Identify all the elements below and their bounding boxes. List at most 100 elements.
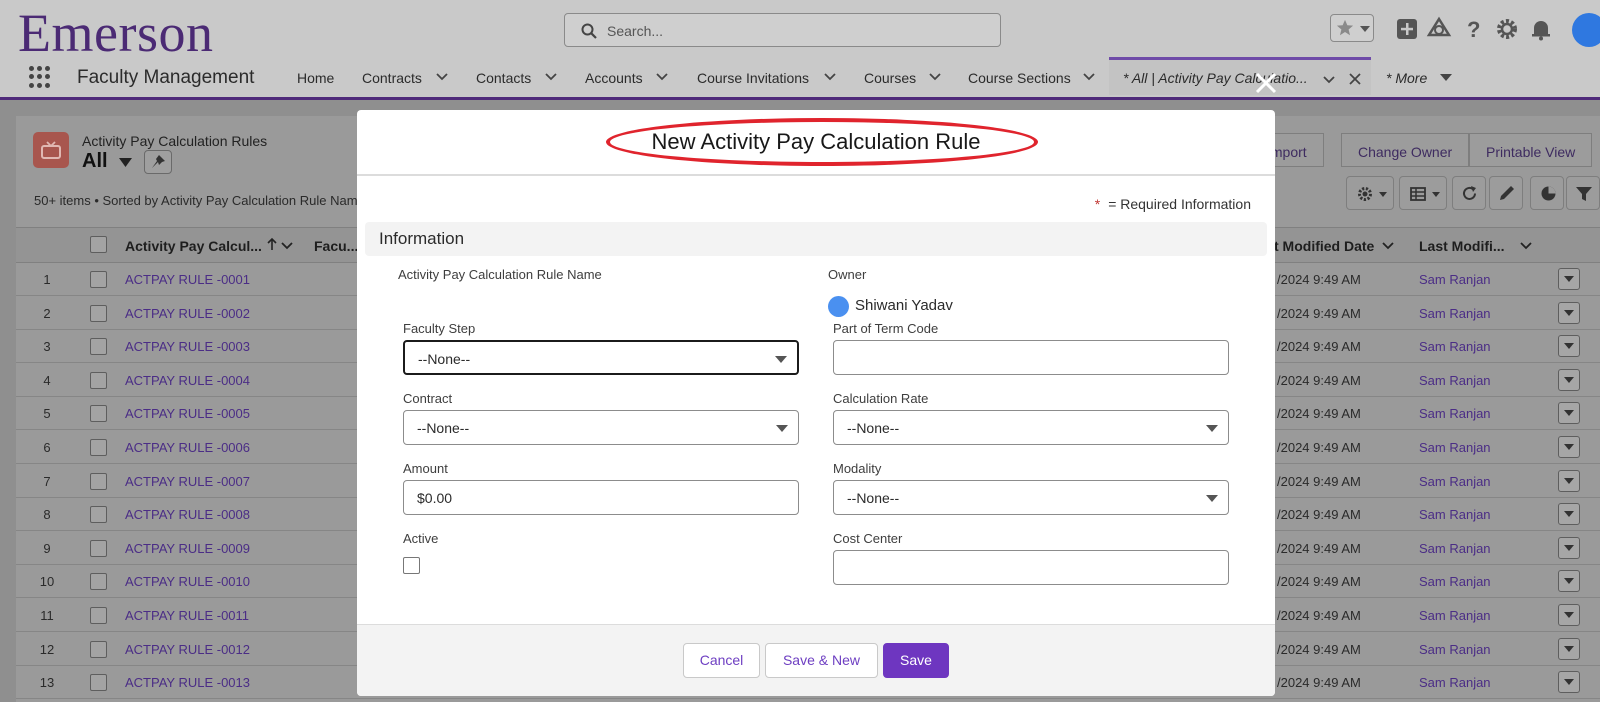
- pin-list-view-button[interactable]: [144, 150, 172, 174]
- chevron-down-icon[interactable]: [656, 73, 668, 81]
- row-checkbox[interactable]: [90, 304, 107, 322]
- select-all-checkbox[interactable]: [90, 236, 107, 253]
- global-search-input[interactable]: Search...: [564, 13, 1001, 47]
- calculation-rate-select[interactable]: --None--: [833, 410, 1229, 445]
- record-name-link[interactable]: ACTPAY RULE -0001: [125, 272, 250, 287]
- cancel-button[interactable]: Cancel: [683, 643, 760, 678]
- contract-select[interactable]: --None--: [403, 410, 799, 445]
- modified-by-link[interactable]: Sam Ranjan: [1419, 306, 1491, 321]
- row-actions-button[interactable]: [1558, 368, 1580, 391]
- nav-tab-course-sections[interactable]: Course Sections: [968, 70, 1071, 86]
- list-view-name[interactable]: All: [82, 150, 133, 173]
- row-actions-button[interactable]: [1558, 268, 1580, 290]
- active-checkbox[interactable]: [403, 557, 420, 574]
- chevron-down-icon[interactable]: [436, 73, 448, 81]
- modified-by-link[interactable]: Sam Ranjan: [1419, 675, 1491, 690]
- favorites-button[interactable]: [1330, 14, 1374, 42]
- modified-by-link[interactable]: Sam Ranjan: [1419, 474, 1491, 489]
- modified-by-link[interactable]: Sam Ranjan: [1419, 373, 1491, 388]
- modified-by-link[interactable]: Sam Ranjan: [1419, 642, 1491, 657]
- trailhead-icon[interactable]: [1426, 16, 1452, 42]
- user-avatar[interactable]: [1572, 13, 1600, 47]
- record-name-link[interactable]: ACTPAY RULE -0008: [125, 507, 250, 522]
- column-header-faculty[interactable]: Facu...: [314, 238, 358, 254]
- nav-tab-accounts[interactable]: Accounts: [585, 70, 643, 86]
- record-name-link[interactable]: ACTPAY RULE -0011: [125, 608, 249, 623]
- row-actions-button[interactable]: [1558, 402, 1580, 425]
- record-name-link[interactable]: ACTPAY RULE -0009: [125, 541, 250, 556]
- filter-button[interactable]: [1566, 176, 1600, 210]
- chevron-down-icon[interactable]: [1323, 76, 1335, 84]
- app-launcher-icon[interactable]: [29, 66, 51, 88]
- row-checkbox[interactable]: [90, 573, 107, 591]
- emerson-logo[interactable]: Emerson: [18, 2, 213, 64]
- caret-down-icon[interactable]: [1440, 74, 1452, 81]
- record-name-link[interactable]: ACTPAY RULE -0007: [125, 474, 250, 489]
- row-checkbox[interactable]: [90, 539, 107, 557]
- close-tab-icon[interactable]: [1349, 73, 1361, 85]
- record-name-link[interactable]: ACTPAY RULE -0002: [125, 306, 250, 321]
- charts-button[interactable]: [1530, 176, 1564, 210]
- global-actions-icon[interactable]: [1394, 16, 1420, 42]
- save-and-new-button[interactable]: Save & New: [765, 643, 878, 678]
- change-owner-button[interactable]: Change Owner: [1341, 133, 1470, 167]
- chevron-down-icon[interactable]: [545, 73, 557, 81]
- faculty-step-select[interactable]: --None--: [403, 340, 799, 375]
- close-modal-icon[interactable]: [1255, 72, 1277, 94]
- term-code-input[interactable]: [833, 340, 1229, 375]
- row-actions-button[interactable]: [1558, 637, 1580, 660]
- row-checkbox[interactable]: [90, 506, 107, 524]
- cost-center-input[interactable]: [833, 550, 1229, 585]
- chevron-down-icon[interactable]: [1382, 242, 1394, 250]
- nav-tab-home[interactable]: Home: [297, 70, 334, 86]
- row-checkbox[interactable]: [90, 674, 107, 692]
- display-as-button[interactable]: [1399, 176, 1447, 210]
- chevron-down-icon[interactable]: [824, 73, 836, 81]
- chevron-down-icon[interactable]: [281, 242, 293, 250]
- record-name-link[interactable]: ACTPAY RULE -0003: [125, 339, 250, 354]
- row-checkbox[interactable]: [90, 607, 107, 624]
- column-header-name[interactable]: Activity Pay Calcul...: [125, 238, 262, 254]
- row-checkbox[interactable]: [90, 439, 107, 456]
- row-actions-button[interactable]: [1558, 469, 1580, 492]
- record-name-link[interactable]: ACTPAY RULE -0006: [125, 440, 250, 455]
- record-name-link[interactable]: ACTPAY RULE -0010: [125, 574, 250, 589]
- row-checkbox[interactable]: [90, 371, 107, 389]
- chevron-down-icon[interactable]: [929, 73, 941, 81]
- gear-icon[interactable]: [1494, 16, 1520, 42]
- row-actions-button[interactable]: [1558, 536, 1580, 559]
- modified-by-link[interactable]: Sam Ranjan: [1419, 339, 1491, 354]
- modified-by-link[interactable]: Sam Ranjan: [1419, 608, 1491, 623]
- help-icon[interactable]: ?: [1460, 16, 1486, 42]
- modified-by-link[interactable]: Sam Ranjan: [1419, 272, 1491, 287]
- record-name-link[interactable]: ACTPAY RULE -0013: [125, 675, 250, 690]
- save-button[interactable]: Save: [883, 643, 949, 678]
- row-checkbox[interactable]: [90, 405, 107, 423]
- chevron-down-icon[interactable]: [1520, 242, 1532, 250]
- modified-by-link[interactable]: Sam Ranjan: [1419, 406, 1491, 421]
- nav-tab-contacts[interactable]: Contacts: [476, 70, 531, 86]
- row-checkbox[interactable]: [90, 271, 107, 288]
- nav-tab-contracts[interactable]: Contracts: [362, 70, 422, 86]
- amount-input[interactable]: $0.00: [403, 480, 799, 515]
- record-name-link[interactable]: ACTPAY RULE -0012: [125, 642, 250, 657]
- nav-tab-active-list[interactable]: * All | Activity Pay Calculatio...: [1109, 57, 1371, 95]
- row-checkbox[interactable]: [90, 640, 107, 658]
- nav-more[interactable]: * More: [1386, 70, 1427, 86]
- record-name-link[interactable]: ACTPAY RULE -0005: [125, 406, 250, 421]
- notifications-bell-icon[interactable]: [1528, 16, 1554, 42]
- modified-by-link[interactable]: Sam Ranjan: [1419, 440, 1491, 455]
- chevron-down-icon[interactable]: [1083, 73, 1095, 81]
- row-actions-button[interactable]: [1558, 335, 1580, 358]
- row-checkbox[interactable]: [90, 338, 107, 356]
- information-section-header[interactable]: Information: [365, 222, 1267, 256]
- row-checkbox[interactable]: [90, 472, 107, 490]
- record-name-link[interactable]: ACTPAY RULE -0004: [125, 373, 250, 388]
- row-actions-button[interactable]: [1558, 671, 1580, 694]
- inline-edit-button[interactable]: [1489, 176, 1523, 210]
- row-actions-button[interactable]: [1558, 503, 1580, 526]
- nav-tab-courses[interactable]: Courses: [864, 70, 916, 86]
- modality-select[interactable]: --None--: [833, 480, 1229, 515]
- row-actions-button[interactable]: [1558, 436, 1580, 458]
- list-settings-button[interactable]: [1346, 176, 1394, 210]
